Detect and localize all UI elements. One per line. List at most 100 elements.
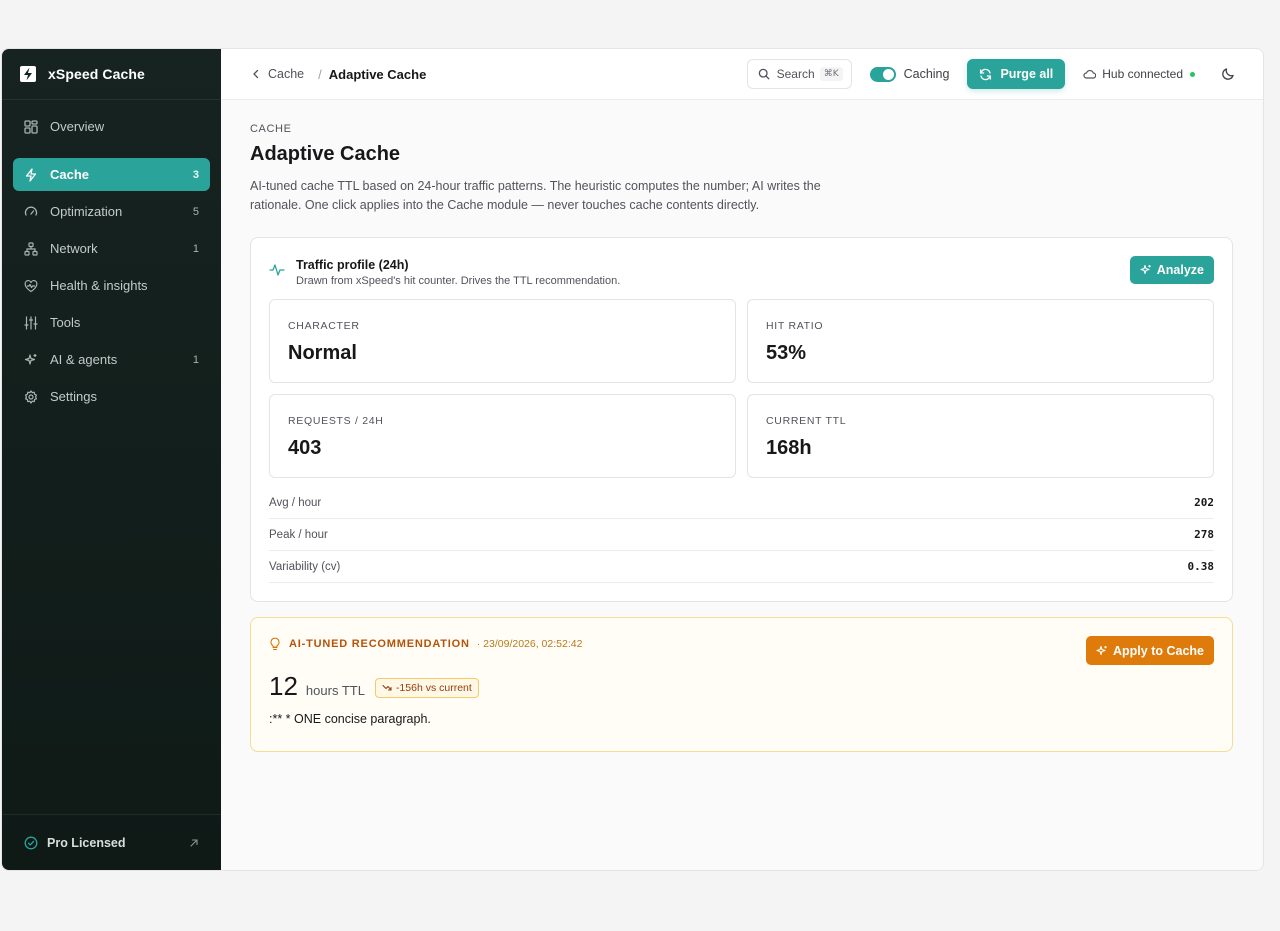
topbar: Cache / Adaptive Cache Search ⌘K Caching… bbox=[221, 49, 1263, 100]
metric-row-variability: Variability (cv) 0.38 bbox=[269, 551, 1214, 583]
stat-current-ttl: CURRENT TTL 168h bbox=[747, 394, 1214, 478]
delta-label: -156h vs current bbox=[395, 682, 472, 694]
sidebar-item-label: Optimization bbox=[50, 204, 123, 219]
page-content: CACHE Adaptive Cache AI-tuned cache TTL … bbox=[221, 100, 1263, 752]
trend-down-icon bbox=[382, 684, 392, 691]
heart-pulse-icon bbox=[23, 278, 39, 294]
brand[interactable]: xSpeed Cache bbox=[2, 49, 221, 100]
card-header: Traffic profile (24h) Drawn from xSpeed'… bbox=[269, 256, 1214, 287]
recommendation-card: AI-TUNED RECOMMENDATION · 23/09/2026, 02… bbox=[250, 617, 1233, 752]
stat-label: CHARACTER bbox=[288, 320, 360, 332]
sidebar-nav: Overview Cache 3 Optimization 5 Network … bbox=[2, 100, 221, 417]
recommendation-header: AI-TUNED RECOMMENDATION · 23/09/2026, 02… bbox=[269, 636, 1214, 665]
stat-value: Normal bbox=[288, 342, 357, 364]
chevron-left-icon bbox=[253, 69, 259, 79]
page-title: Adaptive Cache bbox=[250, 143, 401, 165]
stat-value: 168h bbox=[766, 437, 812, 459]
sidebar-item-network[interactable]: Network 1 bbox=[13, 232, 210, 265]
search-icon bbox=[758, 68, 770, 80]
metric-label: Avg / hour bbox=[269, 496, 322, 509]
search-label: Search bbox=[776, 67, 815, 81]
stat-character: CHARACTER Normal bbox=[269, 299, 736, 383]
refresh-icon bbox=[980, 68, 992, 80]
sidebar-item-label: Settings bbox=[50, 389, 97, 404]
gear-icon bbox=[23, 389, 39, 405]
page-description: AI-tuned cache TTL based on 24-hour traf… bbox=[250, 179, 821, 212]
analyze-label: Analyze bbox=[1156, 263, 1204, 277]
grid-icon bbox=[23, 119, 39, 135]
toggle-label: Caching bbox=[903, 67, 950, 81]
sidebar-item-label: Network bbox=[50, 241, 98, 256]
network-icon bbox=[23, 241, 39, 257]
sidebar-item-optimization[interactable]: Optimization 5 bbox=[13, 195, 210, 228]
sidebar: xSpeed Cache Overview Cache 3 Optimizati… bbox=[2, 49, 221, 870]
purge-all-button[interactable]: Purge all bbox=[967, 59, 1066, 89]
metric-label: Peak / hour bbox=[269, 528, 328, 541]
sidebar-item-cache[interactable]: Cache 3 bbox=[13, 158, 210, 191]
sidebar-item-label: Cache bbox=[50, 167, 90, 182]
stat-label: CURRENT TTL bbox=[766, 415, 847, 427]
external-link-icon[interactable] bbox=[189, 838, 199, 848]
breadcrumb-back-link[interactable]: Cache bbox=[252, 67, 304, 81]
sidebar-item-label: Overview bbox=[50, 119, 105, 134]
delta-badge: -156h vs current bbox=[374, 678, 479, 698]
sidebar-item-count: 5 bbox=[192, 205, 199, 218]
sidebar-item-overview[interactable]: Overview bbox=[13, 110, 210, 143]
sidebar-item-label: Tools bbox=[50, 315, 81, 330]
stat-hit-ratio: HIT RATIO 53% bbox=[747, 299, 1214, 383]
bolt-icon bbox=[23, 167, 39, 183]
card-subtitle: Drawn from xSpeed's hit counter. Drives … bbox=[296, 275, 621, 287]
stat-label: HIT RATIO bbox=[766, 320, 824, 332]
metric-row-avg: Avg / hour 202 bbox=[269, 487, 1214, 519]
license-status[interactable]: Pro Licensed bbox=[2, 814, 221, 870]
main-area: Cache / Adaptive Cache Search ⌘K Caching… bbox=[221, 49, 1263, 870]
analyze-button[interactable]: Analyze bbox=[1129, 256, 1214, 284]
recommendation-timestamp: · 23/09/2026, 02:52:42 bbox=[476, 638, 583, 650]
metric-value: 0.38 bbox=[1187, 560, 1215, 573]
toggle-switch[interactable] bbox=[869, 66, 896, 82]
sidebar-item-count: 1 bbox=[192, 242, 199, 255]
sidebar-item-tools[interactable]: Tools bbox=[13, 306, 210, 339]
search-button[interactable]: Search ⌘K bbox=[746, 59, 852, 89]
sidebar-item-settings[interactable]: Settings bbox=[13, 380, 210, 413]
sliders-icon bbox=[23, 315, 39, 331]
metric-row-peak: Peak / hour 278 bbox=[269, 519, 1214, 551]
sidebar-item-count: 3 bbox=[192, 168, 199, 181]
recommendation-rationale: :** * ONE concise paragraph. bbox=[269, 712, 431, 726]
card-title: Traffic profile (24h) bbox=[296, 258, 409, 272]
apply-to-cache-button[interactable]: Apply to Cache bbox=[1086, 636, 1214, 665]
metric-value: 202 bbox=[1194, 496, 1214, 509]
sparkles-icon bbox=[1140, 264, 1151, 275]
stat-value: 53% bbox=[766, 342, 807, 364]
stat-requests: REQUESTS / 24H 403 bbox=[269, 394, 736, 478]
moon-icon bbox=[1222, 68, 1234, 80]
sparkles-icon bbox=[23, 352, 39, 368]
cloud-icon bbox=[1083, 69, 1097, 79]
ttl-unit: hours TTL bbox=[305, 682, 365, 698]
ttl-value: 12 bbox=[269, 671, 298, 701]
breadcrumb-separator: / bbox=[318, 66, 322, 82]
hub-status[interactable]: Hub connected bbox=[1083, 67, 1195, 81]
breadcrumb-parent: Cache bbox=[268, 67, 305, 81]
lightbulb-icon bbox=[269, 637, 283, 651]
apply-label: Apply to Cache bbox=[1113, 643, 1204, 658]
stat-label: REQUESTS / 24H bbox=[288, 415, 384, 427]
recommended-ttl: 12 hours TTL -156h vs current bbox=[269, 671, 1214, 702]
stat-grid: CHARACTER Normal HIT RATIO 53% REQUESTS … bbox=[269, 299, 1214, 478]
metric-value: 278 bbox=[1194, 528, 1214, 541]
caching-toggle[interactable]: Caching bbox=[869, 66, 950, 82]
sidebar-item-count: 1 bbox=[192, 353, 199, 366]
metric-label: Variability (cv) bbox=[269, 560, 341, 573]
sparkles-icon bbox=[1096, 645, 1107, 655]
activity-icon bbox=[269, 263, 287, 281]
status-dot bbox=[1190, 71, 1195, 77]
theme-toggle-button[interactable] bbox=[1221, 67, 1235, 81]
breadcrumb-current: Adaptive Cache bbox=[328, 66, 427, 82]
logo-icon bbox=[19, 65, 37, 83]
sidebar-item-label: AI & agents bbox=[50, 352, 118, 367]
sidebar-item-health[interactable]: Health & insights bbox=[13, 269, 210, 302]
page-eyebrow: CACHE bbox=[250, 123, 292, 135]
license-label: Pro Licensed bbox=[47, 835, 126, 850]
sidebar-item-ai-agents[interactable]: AI & agents 1 bbox=[13, 343, 210, 376]
purge-label: Purge all bbox=[1000, 67, 1054, 81]
